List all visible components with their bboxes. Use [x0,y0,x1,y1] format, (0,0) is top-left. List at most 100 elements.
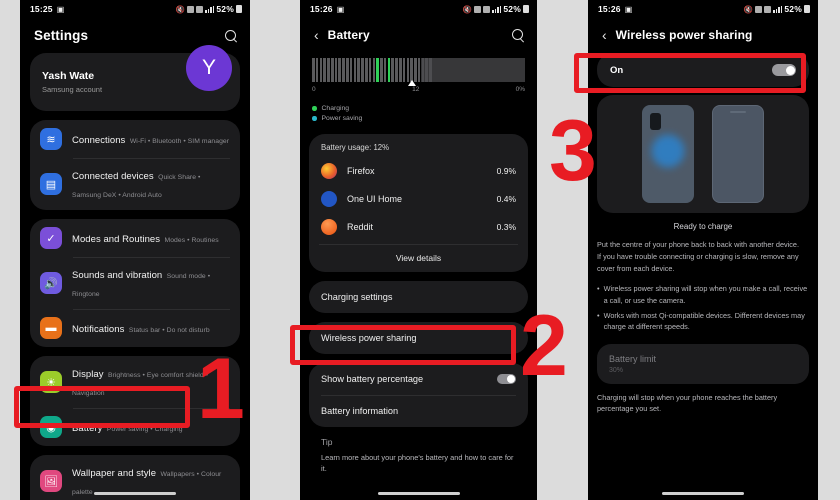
screenshot-icon: ▣ [624,4,633,14]
page-title: Settings [34,28,89,43]
network-icon [474,5,482,13]
list-item-label: Connected devices [72,171,154,182]
wallpaper-icon: 🖼 [40,470,62,492]
nav-handle[interactable] [377,492,460,495]
list-item-label: Connections [72,135,126,146]
list-item-label: Display [72,369,104,380]
status-battery: 52% [216,4,234,14]
app-percent: 0.4% [496,194,516,204]
row-label: Show battery percentage [321,374,424,384]
bullet-icon: • [597,311,600,321]
sidebar-item-sounds-vibration[interactable]: 🔊 Sounds and vibration Sound mode • Ring… [30,257,240,309]
screenshot-icon: ▣ [336,4,345,14]
step-3-highlight-box [574,53,806,93]
app-name: Reddit [347,222,374,232]
battery-bars [312,56,525,86]
sidebar-item-connected-devices[interactable]: ▤ Connected devices Quick Share • Samsun… [30,158,240,210]
battery-app-bar: ‹ Battery [300,18,537,50]
nav-handle[interactable] [94,492,176,495]
row-label: Charging settings [321,292,393,302]
tutorial-screenshot: 15:25 ▣ 🔇 52% Settings Yash Wate Samsung… [0,0,840,500]
mute-icon: 🔇 [462,4,473,14]
reddit-icon [321,219,337,235]
status-bar: 15:26 ▣ 🔇 52% [588,0,818,18]
list-item[interactable]: One UI Home 0.4% [309,185,528,213]
firefox-icon [321,163,337,179]
list-item-label: Modes and Routines [72,234,161,245]
bullet-list: • Wireless power sharing will stop when … [597,283,809,332]
legend-dot [312,106,317,111]
nav-handle[interactable] [662,492,744,495]
list-item-sub: Status bar • Do not disturb [128,327,210,334]
view-details-button[interactable]: View details [319,244,518,272]
status-battery: 52% [784,4,802,14]
battery-limit-value: 30% [609,366,624,374]
devices-icon: ▤ [40,173,62,195]
settings-group-1: ≋ Connections Wi-Fi • Bluetooth • SIM ma… [30,120,240,210]
signal-icon [773,5,783,13]
row-battery-information[interactable]: Battery information [309,395,528,427]
mute-icon: 🔇 [743,4,754,14]
list-item: • Works with most Qi-compatible devices.… [597,310,809,333]
tip-title: Tip [321,437,333,447]
phone-panel-battery: 15:26 ▣ 🔇 52% ‹ Battery 0 12 0% Charging… [300,0,537,500]
charging-settings-card: Charging settings [309,281,528,313]
routines-icon: ✓ [40,227,62,249]
search-icon[interactable] [511,28,525,42]
battery-limit-row[interactable]: Battery limit 30% [597,343,809,384]
battery-icon [523,5,529,13]
legend-label: Charging [321,105,350,112]
ready-status-text: Ready to charge [673,222,733,231]
row-show-battery-percentage[interactable]: Show battery percentage [309,363,528,395]
bullet-icon: • [597,284,600,294]
illustration [597,95,809,213]
back-arrow-icon[interactable]: ‹ [602,28,607,42]
battery-icon [804,5,810,13]
step-2-number: 2 [520,298,568,394]
show-battery-percentage-toggle[interactable] [497,374,516,384]
battery-usage-card: Battery usage: 12% Firefox 0.9% One UI H… [309,134,528,272]
avatar[interactable]: Y [186,45,232,91]
step-1-highlight-box [14,386,190,428]
list-item[interactable]: Reddit 0.3% [309,213,528,241]
legend-item-charging: Charging [312,105,525,112]
status-time: 15:26 [310,4,333,14]
status-battery: 52% [503,4,521,14]
status-bar: 15:26 ▣ 🔇 52% [300,0,537,18]
list-item-sub: Modes • Routines [164,237,219,244]
sidebar-item-modes-routines[interactable]: ✓ Modes and Routines Modes • Routines [30,219,240,257]
axis-tick-mid: 12 [412,86,420,93]
app-percent: 0.3% [496,222,516,232]
page-title: Battery [327,28,370,42]
axis-tick-start: 0 [312,86,316,93]
oneui-home-icon [321,191,337,207]
app-percent: 0.9% [496,166,516,176]
app-name: Firefox [347,166,375,176]
legend-label: Power saving [321,115,363,122]
wifi-icon [764,5,772,13]
phone-front-icon [712,105,764,203]
network-icon [755,5,763,13]
account-card[interactable]: Yash Wate Samsung account Y [30,45,240,111]
battery-icon [236,5,242,13]
search-icon[interactable] [224,29,238,43]
sidebar-item-connections[interactable]: ≋ Connections Wi-Fi • Bluetooth • SIM ma… [30,120,240,158]
axis-tick-end: 0% [515,86,525,93]
camera-module-icon [650,113,661,130]
step-1-number: 1 [197,341,245,437]
graph-legend: Charging Power saving [300,98,537,130]
list-item[interactable]: Firefox 0.9% [309,157,528,185]
battery-limit-label: Battery limit [609,353,657,364]
signal-icon [205,5,215,13]
status-time: 15:25 [30,4,53,14]
step-2-highlight-box [290,325,516,365]
notifications-icon: ▬ [40,317,62,339]
wifi-icon [196,5,204,13]
row-charging-settings[interactable]: Charging settings [309,281,528,313]
battery-limit-note: Charging will stop when your phone reach… [597,392,778,414]
row-label: Battery information [321,406,399,416]
back-arrow-icon[interactable]: ‹ [314,28,319,42]
account-name: Yash Wate [42,70,95,82]
wifi-icon [483,5,491,13]
tip-section: Tip Learn more about your phone's batter… [309,427,528,474]
